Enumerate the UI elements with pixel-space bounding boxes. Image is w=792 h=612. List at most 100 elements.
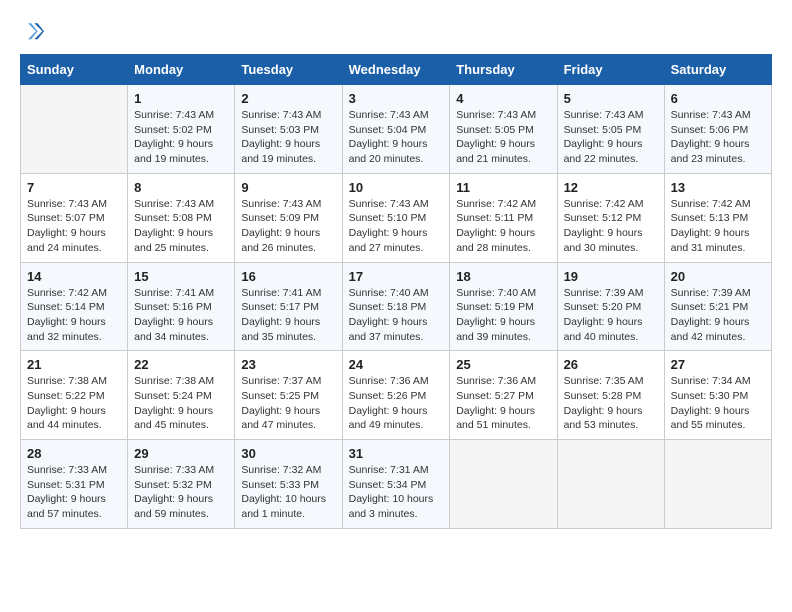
- day-info: Sunrise: 7:43 AM Sunset: 5:02 PM Dayligh…: [134, 108, 228, 167]
- day-number: 18: [456, 269, 550, 284]
- day-info: Sunrise: 7:42 AM Sunset: 5:12 PM Dayligh…: [564, 197, 658, 256]
- day-number: 26: [564, 357, 658, 372]
- calendar-cell: 8Sunrise: 7:43 AM Sunset: 5:08 PM Daylig…: [128, 173, 235, 262]
- day-number: 3: [349, 91, 444, 106]
- calendar-cell: 20 Sunrise: 7:39 AM Sunset: 5:21 PM Dayli…: [664, 262, 771, 351]
- day-number: 11: [456, 180, 550, 195]
- calendar-week-row: 1 Sunrise: 7:43 AM Sunset: 5:02 PM Daylig…: [21, 85, 772, 174]
- day-number: 31: [349, 446, 444, 461]
- day-number: 14: [27, 269, 121, 284]
- calendar-cell: 4 Sunrise: 7:43 AM Sunset: 5:05 PM Daylig…: [450, 85, 557, 174]
- day-info: Sunrise: 7:36 AM Sunset: 5:27 PM Dayligh…: [456, 374, 550, 433]
- day-number: 10: [349, 180, 444, 195]
- calendar-cell: 6 Sunrise: 7:43 AM Sunset: 5:06 PM Daylig…: [664, 85, 771, 174]
- calendar-cell: 14 Sunrise: 7:42 AM Sunset: 5:14 PM Dayli…: [21, 262, 128, 351]
- calendar-table: SundayMondayTuesdayWednesdayThursdayFrid…: [20, 54, 772, 529]
- day-number: 20: [671, 269, 765, 284]
- day-info: Sunrise: 7:40 AM Sunset: 5:19 PM Dayligh…: [456, 286, 550, 345]
- calendar-cell: 9Sunrise: 7:43 AM Sunset: 5:09 PM Daylig…: [235, 173, 342, 262]
- calendar-cell: 21 Sunrise: 7:38 AM Sunset: 5:22 PM Dayli…: [21, 351, 128, 440]
- day-number: 15: [134, 269, 228, 284]
- day-info: Sunrise: 7:43 AM Sunset: 5:06 PM Dayligh…: [671, 108, 765, 167]
- day-info: Sunrise: 7:42 AM Sunset: 5:13 PM Dayligh…: [671, 197, 765, 256]
- day-info: Sunrise: 7:43 AM Sunset: 5:05 PM Dayligh…: [564, 108, 658, 167]
- day-info: Sunrise: 7:33 AM Sunset: 5:31 PM Dayligh…: [27, 463, 121, 522]
- day-info: Sunrise: 7:42 AM Sunset: 5:14 PM Dayligh…: [27, 286, 121, 345]
- calendar-cell: 13 Sunrise: 7:42 AM Sunset: 5:13 PM Dayli…: [664, 173, 771, 262]
- calendar-cell: 5 Sunrise: 7:43 AM Sunset: 5:05 PM Daylig…: [557, 85, 664, 174]
- calendar-week-row: 7 Sunrise: 7:43 AM Sunset: 5:07 PM Daylig…: [21, 173, 772, 262]
- day-number: 5: [564, 91, 658, 106]
- day-number: 25: [456, 357, 550, 372]
- day-number: 29: [134, 446, 228, 461]
- day-info: Sunrise: 7:43 AM Sunset: 5:05 PM Dayligh…: [456, 108, 550, 167]
- calendar-cell: 17 Sunrise: 7:40 AM Sunset: 5:18 PM Dayli…: [342, 262, 450, 351]
- day-number: 22: [134, 357, 228, 372]
- day-number: 24: [349, 357, 444, 372]
- day-info: Sunrise: 7:41 AM Sunset: 5:16 PM Dayligh…: [134, 286, 228, 345]
- day-number: 8: [134, 180, 228, 195]
- day-number: 16: [241, 269, 335, 284]
- col-header-monday: Monday: [128, 55, 235, 85]
- calendar-cell: 12 Sunrise: 7:42 AM Sunset: 5:12 PM Dayli…: [557, 173, 664, 262]
- day-number: 2: [241, 91, 335, 106]
- calendar-week-row: 28Sunrise: 7:33 AM Sunset: 5:31 PM Dayli…: [21, 440, 772, 529]
- day-number: 12: [564, 180, 658, 195]
- day-info: Sunrise: 7:42 AM Sunset: 5:11 PM Dayligh…: [456, 197, 550, 256]
- col-header-saturday: Saturday: [664, 55, 771, 85]
- logo: [20, 20, 48, 44]
- calendar-cell: 23 Sunrise: 7:37 AM Sunset: 5:25 PM Dayli…: [235, 351, 342, 440]
- col-header-friday: Friday: [557, 55, 664, 85]
- day-number: 19: [564, 269, 658, 284]
- col-header-tuesday: Tuesday: [235, 55, 342, 85]
- day-info: Sunrise: 7:37 AM Sunset: 5:25 PM Dayligh…: [241, 374, 335, 433]
- calendar-cell: 10 Sunrise: 7:43 AM Sunset: 5:10 PM Dayli…: [342, 173, 450, 262]
- calendar-cell: 15 Sunrise: 7:41 AM Sunset: 5:16 PM Dayli…: [128, 262, 235, 351]
- day-info: Sunrise: 7:43 AM Sunset: 5:07 PM Dayligh…: [27, 197, 121, 256]
- calendar-cell: 22 Sunrise: 7:38 AM Sunset: 5:24 PM Dayli…: [128, 351, 235, 440]
- day-info: Sunrise: 7:43 AM Sunset: 5:04 PM Dayligh…: [349, 108, 444, 167]
- calendar-cell: 28Sunrise: 7:33 AM Sunset: 5:31 PM Dayli…: [21, 440, 128, 529]
- calendar-cell: 27Sunrise: 7:34 AM Sunset: 5:30 PM Dayli…: [664, 351, 771, 440]
- day-info: Sunrise: 7:38 AM Sunset: 5:24 PM Dayligh…: [134, 374, 228, 433]
- calendar-week-row: 21 Sunrise: 7:38 AM Sunset: 5:22 PM Dayli…: [21, 351, 772, 440]
- calendar-cell: 18 Sunrise: 7:40 AM Sunset: 5:19 PM Dayli…: [450, 262, 557, 351]
- day-info: Sunrise: 7:38 AM Sunset: 5:22 PM Dayligh…: [27, 374, 121, 433]
- day-number: 6: [671, 91, 765, 106]
- calendar-cell: 7 Sunrise: 7:43 AM Sunset: 5:07 PM Daylig…: [21, 173, 128, 262]
- day-number: 17: [349, 269, 444, 284]
- day-number: 23: [241, 357, 335, 372]
- day-number: 27: [671, 357, 765, 372]
- calendar-cell: 26 Sunrise: 7:35 AM Sunset: 5:28 PM Dayli…: [557, 351, 664, 440]
- day-info: Sunrise: 7:43 AM Sunset: 5:10 PM Dayligh…: [349, 197, 444, 256]
- day-info: Sunrise: 7:33 AM Sunset: 5:32 PM Dayligh…: [134, 463, 228, 522]
- day-info: Sunrise: 7:39 AM Sunset: 5:21 PM Dayligh…: [671, 286, 765, 345]
- calendar-cell: 29 Sunrise: 7:33 AM Sunset: 5:32 PM Dayli…: [128, 440, 235, 529]
- day-info: Sunrise: 7:40 AM Sunset: 5:18 PM Dayligh…: [349, 286, 444, 345]
- day-info: Sunrise: 7:35 AM Sunset: 5:28 PM Dayligh…: [564, 374, 658, 433]
- calendar-cell: [557, 440, 664, 529]
- calendar-cell: 11 Sunrise: 7:42 AM Sunset: 5:11 PM Dayli…: [450, 173, 557, 262]
- calendar-header-row: SundayMondayTuesdayWednesdayThursdayFrid…: [21, 55, 772, 85]
- calendar-cell: [21, 85, 128, 174]
- day-number: 7: [27, 180, 121, 195]
- day-number: 13: [671, 180, 765, 195]
- day-number: 30: [241, 446, 335, 461]
- day-info: Sunrise: 7:39 AM Sunset: 5:20 PM Dayligh…: [564, 286, 658, 345]
- calendar-cell: 3 Sunrise: 7:43 AM Sunset: 5:04 PM Daylig…: [342, 85, 450, 174]
- calendar-cell: [664, 440, 771, 529]
- calendar-cell: [450, 440, 557, 529]
- calendar-cell: 30 Sunrise: 7:32 AM Sunset: 5:33 PM Dayli…: [235, 440, 342, 529]
- day-number: 4: [456, 91, 550, 106]
- calendar-cell: 31 Sunrise: 7:31 AM Sunset: 5:34 PM Dayli…: [342, 440, 450, 529]
- day-info: Sunrise: 7:36 AM Sunset: 5:26 PM Dayligh…: [349, 374, 444, 433]
- day-number: 1: [134, 91, 228, 106]
- col-header-sunday: Sunday: [21, 55, 128, 85]
- day-info: Sunrise: 7:32 AM Sunset: 5:33 PM Dayligh…: [241, 463, 335, 522]
- day-info: Sunrise: 7:43 AM Sunset: 5:03 PM Dayligh…: [241, 108, 335, 167]
- calendar-cell: 2 Sunrise: 7:43 AM Sunset: 5:03 PM Daylig…: [235, 85, 342, 174]
- day-info: Sunrise: 7:31 AM Sunset: 5:34 PM Dayligh…: [349, 463, 444, 522]
- day-info: Sunrise: 7:41 AM Sunset: 5:17 PM Dayligh…: [241, 286, 335, 345]
- col-header-thursday: Thursday: [450, 55, 557, 85]
- day-number: 21: [27, 357, 121, 372]
